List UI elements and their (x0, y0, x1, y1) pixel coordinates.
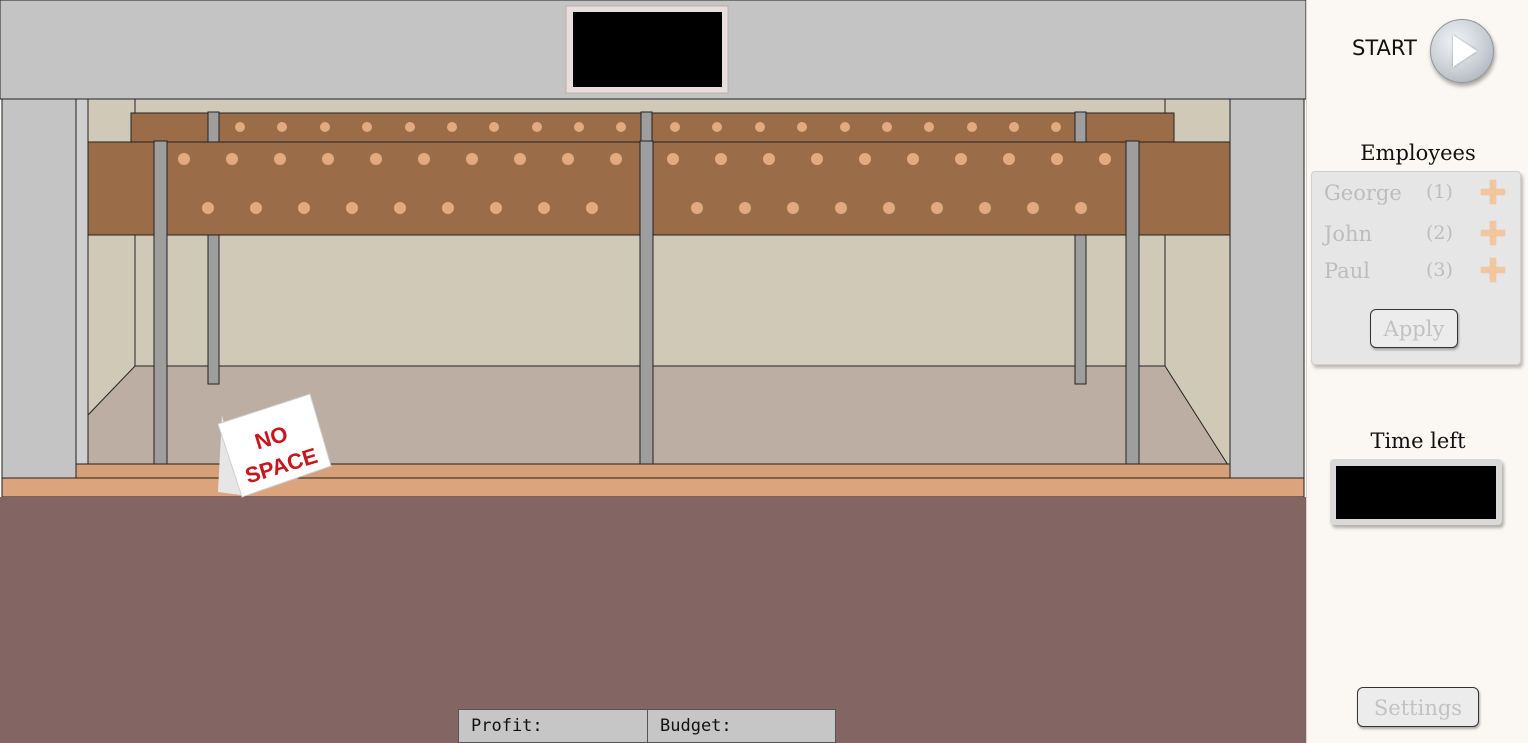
control-panel: START Employees George (1) John (2) Paul… (1306, 0, 1528, 743)
front-post-right (1125, 140, 1140, 465)
employee-name: John (1324, 222, 1373, 246)
add-george-plus-icon[interactable] (1480, 179, 1506, 205)
employee-row-paul: Paul (3) (1324, 255, 1509, 285)
timer-screen (1336, 466, 1496, 519)
settings-button[interactable]: Settings (1357, 687, 1479, 727)
front-post-left (153, 140, 168, 465)
employee-count: (2) (1426, 222, 1453, 244)
employee-name: Paul (1324, 259, 1370, 283)
back-post-mid (640, 111, 653, 143)
right-wall (1229, 98, 1305, 479)
budget-display: Budget: (647, 709, 836, 743)
employee-name: George (1324, 181, 1402, 205)
employee-row-john: John (2) (1324, 218, 1509, 248)
time-left-display (1330, 459, 1502, 525)
time-left-title: Time left (1370, 429, 1466, 453)
profit-display: Profit: (458, 709, 648, 743)
counter-front (1, 477, 1305, 498)
game-scene: NO SPACE (0, 0, 1306, 743)
apply-button[interactable]: Apply (1370, 309, 1458, 348)
add-john-plus-icon[interactable] (1480, 220, 1506, 246)
top-display (565, 5, 729, 94)
start-label: START (1352, 36, 1417, 60)
employees-title: Employees (1360, 141, 1476, 165)
employee-row-george: George (1) (1324, 177, 1509, 207)
employees-box: George (1) John (2) Paul (3) Apply (1311, 171, 1521, 365)
profit-label: Profit: (471, 716, 543, 736)
front-post-mid (639, 140, 654, 465)
left-wall-edge (75, 98, 89, 479)
employee-count: (3) (1426, 259, 1453, 281)
shop-floor (0, 497, 1306, 743)
left-wall (1, 98, 77, 479)
add-paul-plus-icon[interactable] (1480, 257, 1506, 283)
start-play-button[interactable] (1430, 19, 1494, 83)
employee-count: (1) (1426, 181, 1453, 203)
budget-label: Budget: (660, 716, 732, 736)
